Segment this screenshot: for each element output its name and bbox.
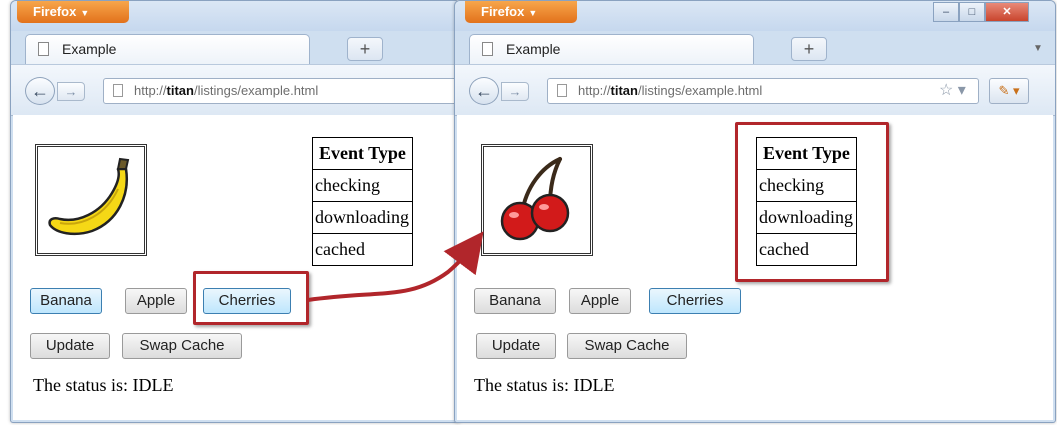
transition-arrow <box>307 231 484 302</box>
